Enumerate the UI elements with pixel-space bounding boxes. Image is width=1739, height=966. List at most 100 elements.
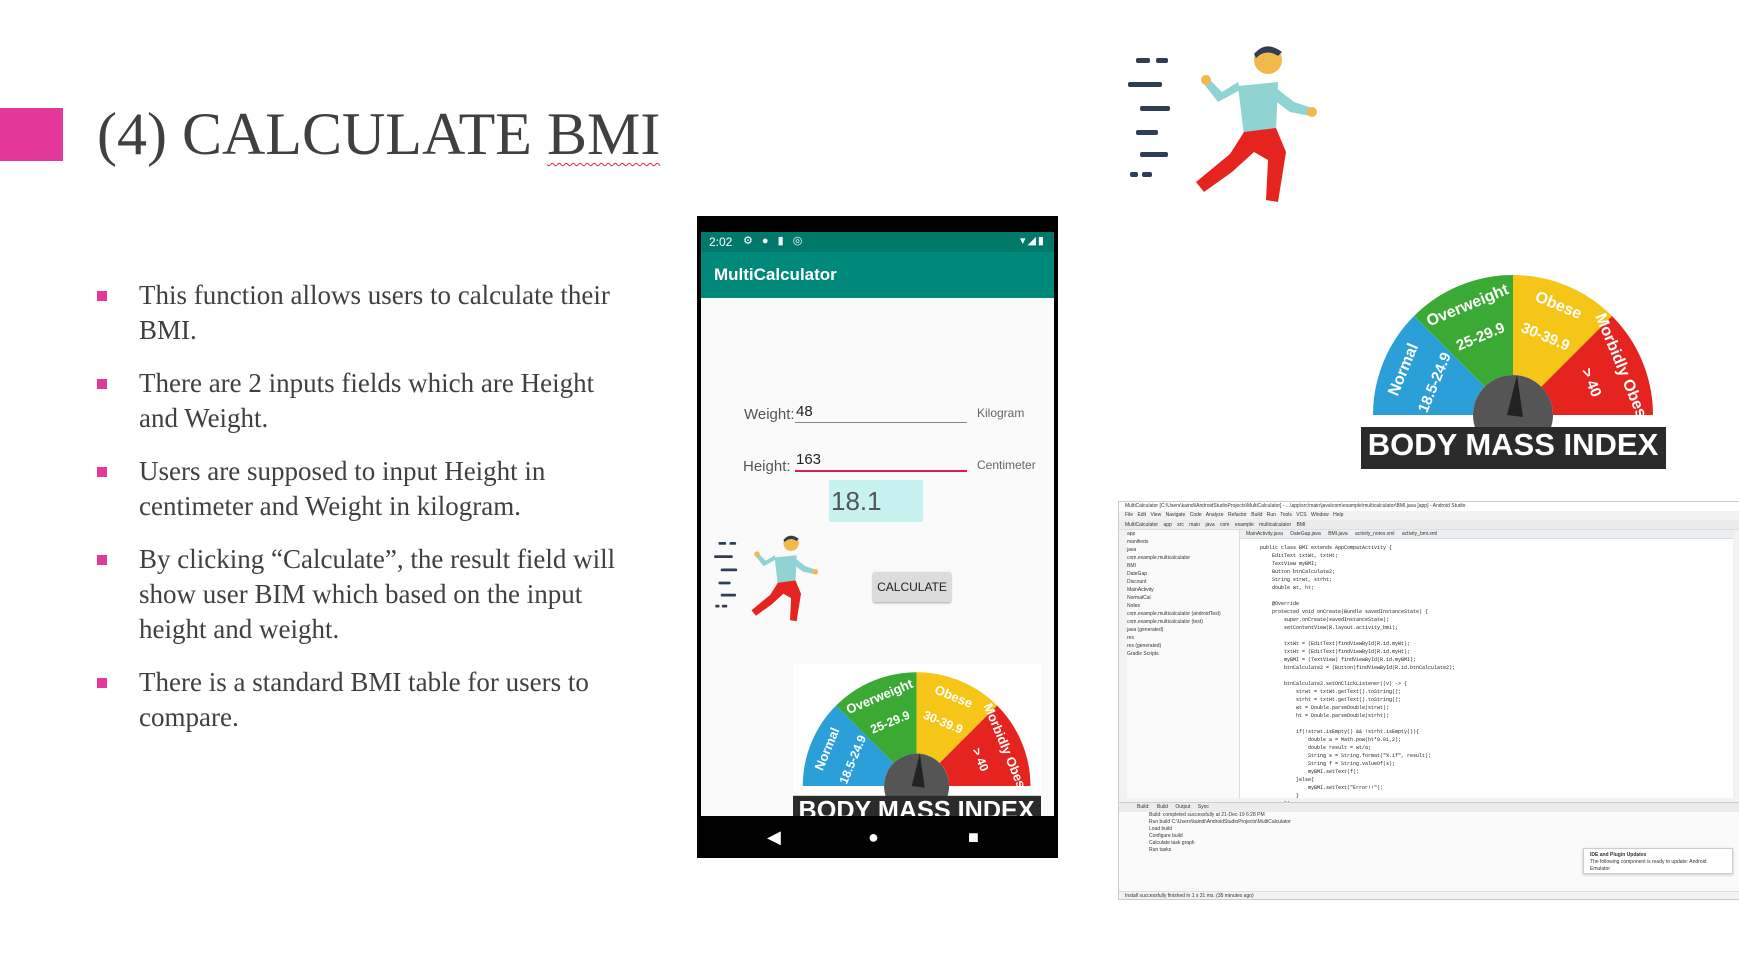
code-line: wt = Double.parseDouble(strwt); [1260,705,1390,711]
code-line: setContentView(R.layout.activity_bmi); [1260,625,1399,631]
code-line: String strwt, strht; [1260,577,1333,583]
notification-body: The following component is ready to upda… [1590,859,1707,872]
bmi-gauge-small: Normal 18.5-24.9 Overweight 25-29.9 Obese 30-… [793,664,1041,816]
gauge-caption: BODY MASS INDEX [799,797,1035,816]
code-line: if(!strwt.isEmpty() && !strht.isEmpty())… [1260,729,1420,735]
editor-tabs: MainActivity.java DateGap.java BMI.java … [1240,530,1733,539]
code-line: public class BMI extends AppCompatActivi… [1260,545,1393,551]
height-underline [795,470,967,472]
bullet-icon [97,555,107,565]
bullet-icon [97,291,107,301]
height-unit: Centimeter [977,458,1036,472]
tree-item[interactable]: java [1127,546,1239,554]
tree-item[interactable]: res [1127,634,1239,642]
android-studio-screenshot: MultiCalculator [C:\Users\kaindi\Android… [1118,501,1739,900]
weight-underline [795,422,967,423]
code-line: protected void onCreate(Bundle savedInst… [1260,609,1429,615]
tree-item[interactable]: app [1127,530,1239,538]
code-line: myBMI.setText(f); [1260,769,1360,775]
code-editor: MainActivity.java DateGap.java BMI.java … [1240,530,1733,807]
code-line: btnCalculate2.setOnClickListener((v) -> … [1260,681,1408,687]
build-line: Calculate task graph [1149,840,1195,846]
title-prefix: (4) CALCULATE [97,101,547,167]
build-panel: Build: Build Output Sync Build: complete… [1119,802,1739,891]
height-input[interactable]: 163 [796,451,821,468]
menu-bar: File Edit View Navigate Code Analyze Ref… [1119,511,1739,520]
tree-item[interactable]: java (generated) [1127,626,1239,634]
tree-item[interactable]: Discount [1127,578,1239,586]
code-line: Button btnCalculate2; [1260,569,1336,575]
build-line: Load build [1149,826,1173,832]
tree-item[interactable]: DateGap [1127,570,1239,578]
app-title: MultiCalculator [714,265,837,284]
code-line: txtHt = (EditText)findViewById(R.id.myHt… [1260,649,1411,655]
code-line: double result = wt/a; [1260,745,1372,751]
code-line: super.onCreate(savedInstanceState); [1260,617,1390,623]
recents-button[interactable]: ■ [968,827,979,848]
tree-item[interactable]: com.example.multicalculator (androidTest… [1127,610,1239,618]
update-notification: IDE and Plugin Updates The following com… [1583,848,1733,874]
running-man-icon [1128,46,1317,202]
slide-title: (4) CALCULATE BMI [97,100,660,169]
nav-bar: ◀ ● ■ [697,816,1058,858]
code-line: } [1260,793,1300,799]
tree-item[interactable]: MainActivity [1127,586,1239,594]
bullet-list: This function allows users to calculate … [95,278,635,753]
home-button[interactable]: ● [868,827,879,848]
tree-item[interactable]: res (generated) [1127,642,1239,650]
code-line: txtWt = (EditText)findViewById(R.id.myWt… [1260,641,1411,647]
back-button[interactable]: ◀ [767,827,781,848]
bullet-item: By clicking “Calculate”, the result fiel… [95,542,635,647]
weight-input[interactable]: 48 [796,403,813,420]
bullet-item: This function allows users to calculate … [95,278,635,348]
calculate-button[interactable]: CALCULATE [873,572,951,602]
title-word: BMI [546,101,661,167]
bmi-gauge-large: Normal 18.5-24.9 Overweight 25-29.9 Obese 30-… [1361,265,1666,469]
bullet-item: There is a standard BMI table for users … [95,665,635,735]
height-label: Height: [743,458,791,475]
status-bar: 2:02 ⚙ ● ▮ ◎ ▾◢▮ [701,232,1054,252]
code-line: double wt, ht; [1260,585,1315,591]
tree-item[interactable]: manifests [1127,538,1239,546]
project-tree: app manifests java com.example.multicalcula… [1127,530,1240,798]
tree-item[interactable]: Notes [1127,602,1239,610]
weight-unit: Kilogram [977,406,1025,420]
tree-item[interactable]: NormalCal [1127,594,1239,602]
code-lines: public class BMI extends AppCompatActivi… [1260,544,1455,808]
notification-title: IDE and Plugin Updates [1590,852,1647,858]
gauge-caption: BODY MASS INDEX [1368,427,1659,462]
accent-bar [0,108,63,161]
code-line: btnCalculate2 = (Button)findViewById(R.i… [1260,665,1456,671]
bmi-result: 18.1 [829,480,923,522]
app-bar: MultiCalculator [701,252,1054,298]
code-line: EditText txtWt, txtHt; [1260,553,1339,559]
code-line: }else{ [1260,777,1315,783]
build-line: Build: completed successfully at 21-Dec-… [1149,812,1265,818]
tree-item[interactable]: com.example.multicalculator (test) [1127,618,1239,626]
status-time: 2:02 [709,235,733,249]
bullet-icon [97,467,107,477]
build-line: Configure build [1149,833,1183,839]
weight-label: Weight: [744,406,795,423]
phone-screen: 2:02 ⚙ ● ▮ ◎ ▾◢▮ MultiCalculator Weight:… [701,232,1054,816]
tree-item[interactable]: com.example.multicalculator [1127,554,1239,562]
bullet-text: There is a standard BMI table for users … [139,667,589,732]
code-line: String s = String.format("%.1f", result)… [1260,753,1432,759]
build-line: Run build C:\Users\kaindi\AndroidStudioP… [1149,819,1291,825]
tree-item[interactable]: Gradle Scripts [1127,650,1239,658]
phone-screenshot: 2:02 ⚙ ● ▮ ◎ ▾◢▮ MultiCalculator Weight:… [697,216,1058,858]
running-man-icon [714,535,819,622]
bullet-icon [97,678,107,688]
code-line: @Override [1260,601,1300,607]
code-line: double a = Math.pow(ht*0.01,2); [1260,737,1402,743]
bullet-item: There are 2 inputs fields which are Heig… [95,366,635,436]
tree-item[interactable]: BMI [1127,562,1239,570]
bullet-text: By clicking “Calculate”, the result fiel… [139,544,616,644]
code-line: TextView myBMI; [1260,561,1318,567]
window-title: MultiCalculator [C:\Users\kaindi\Android… [1119,502,1739,511]
bullet-text: Users are supposed to input Height in ce… [139,456,546,521]
code-line: strht = txtHt.getText().toString(); [1260,697,1402,703]
